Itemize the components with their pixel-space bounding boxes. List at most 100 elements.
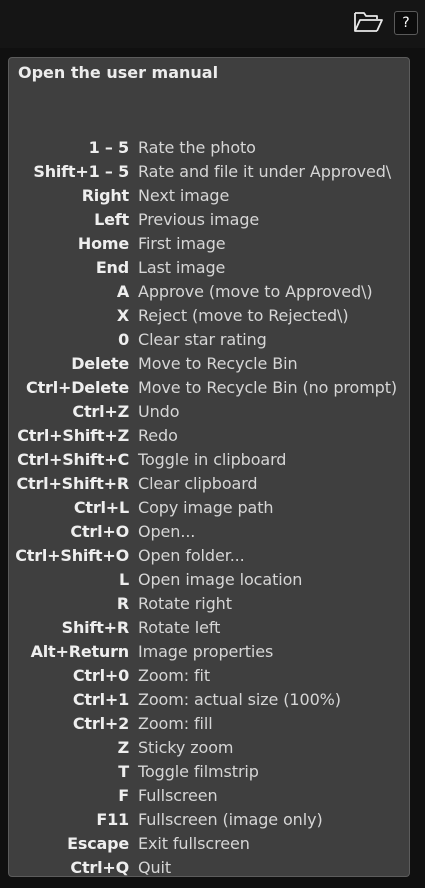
shortcut-key: Ctrl+Shift+Z (17, 425, 129, 445)
shortcut-description: Undo (138, 401, 180, 421)
shortcut-key: R (116, 593, 129, 613)
shortcut-description: Fullscreen (image only) (138, 809, 323, 829)
shortcut-row: Z Sticky zoom (9, 735, 409, 759)
shortcut-key: Ctrl+Shift+O (15, 545, 129, 565)
shortcut-row: A Approve (move to Approved\) (9, 279, 409, 303)
shortcut-row: Right Next image (9, 183, 409, 207)
shortcut-row: End Last image (9, 255, 409, 279)
help-button[interactable]: ? (394, 11, 418, 35)
shortcut-key: Escape (67, 833, 129, 853)
shortcut-key: T (118, 761, 129, 781)
shortcut-row: Ctrl+2 Zoom: fill (9, 711, 409, 735)
shortcut-row: Ctrl+Q Quit (9, 855, 409, 877)
shortcut-description: Zoom: actual size (100%) (138, 689, 341, 709)
panel-title: Open the user manual (18, 63, 219, 82)
shortcut-key: Ctrl+Q (70, 857, 129, 877)
shortcut-description: Zoom: fill (138, 713, 213, 733)
shortcut-description: Image properties (138, 641, 274, 661)
shortcut-row: Ctrl+Shift+R Clear clipboard (9, 471, 409, 495)
shortcut-description: Redo (138, 425, 178, 445)
shortcut-description: Move to Recycle Bin (138, 353, 298, 373)
shortcut-row: Shift+R Rotate left (9, 615, 409, 639)
shortcut-key: Home (77, 233, 129, 253)
shortcut-description: Open image location (138, 569, 303, 589)
shortcut-row: Ctrl+Z Undo (9, 399, 409, 423)
shortcut-key: 0 (118, 329, 129, 349)
shortcut-description: Open... (138, 521, 196, 541)
shortcut-row: Home First image (9, 231, 409, 255)
shortcut-key: F (118, 785, 129, 805)
shortcuts-tooltip-panel: Open the user manual 1 – 5 Rate the photo… (8, 57, 410, 877)
shortcut-description: Next image (138, 185, 230, 205)
top-toolbar: ? (0, 0, 425, 48)
shortcut-row: Escape Exit fullscreen (9, 831, 409, 855)
shortcut-description: Exit fullscreen (138, 833, 250, 853)
app-window: ? Open the user manual 1 – 5 Rate the pho… (0, 0, 425, 888)
shortcut-description: Last image (138, 257, 226, 277)
shortcut-description: Toggle in clipboard (138, 449, 287, 469)
shortcut-description: Previous image (138, 209, 260, 229)
shortcut-key: 1 – 5 (88, 137, 130, 157)
shortcut-description: Rotate right (138, 593, 232, 613)
shortcut-row: F11 Fullscreen (image only) (9, 807, 409, 831)
shortcut-row: F Fullscreen (9, 783, 409, 807)
shortcut-key: Z (117, 737, 130, 757)
shortcut-description: Sticky zoom (138, 737, 234, 757)
shortcut-row: Ctrl+0 Zoom: fit (9, 663, 409, 687)
shortcut-key: F11 (96, 809, 129, 829)
shortcut-description: Clear clipboard (138, 473, 258, 493)
shortcut-row: Left Previous image (9, 207, 409, 231)
shortcut-row: Ctrl+1 Zoom: actual size (100%) (9, 687, 409, 711)
shortcut-key: L (119, 569, 129, 589)
shortcut-description: Copy image path (138, 497, 274, 517)
shortcut-row: Ctrl+Shift+C Toggle in clipboard (9, 447, 409, 471)
folder-open-icon (353, 10, 383, 38)
shortcut-row: X Reject (move to Rejected\) (9, 303, 409, 327)
shortcut-description: Rate the photo (138, 137, 256, 157)
shortcut-description: Rotate left (138, 617, 221, 637)
shortcut-key: Alt+Return (30, 641, 130, 661)
shortcut-key: Ctrl+2 (72, 713, 129, 733)
shortcut-list: 1 – 5 Rate the photo Shift+1 – 5 Rate and f… (9, 135, 409, 877)
shortcut-description: Reject (move to Rejected\) (138, 305, 349, 325)
shortcut-row: Ctrl+O Open... (9, 519, 409, 543)
shortcut-description: Rate and file it under Approved\ (138, 161, 392, 181)
shortcut-key: Ctrl+0 (72, 665, 129, 685)
shortcut-description: Approve (move to Approved\) (138, 281, 373, 301)
shortcut-key: Ctrl+O (70, 521, 129, 541)
shortcut-row: Ctrl+Shift+O Open folder... (9, 543, 409, 567)
shortcut-row: R Rotate right (9, 591, 409, 615)
shortcut-description: Quit (138, 857, 172, 877)
shortcut-description: Open folder... (138, 545, 245, 565)
shortcut-key: Right (81, 185, 130, 205)
shortcut-row: Alt+Return Image properties (9, 639, 409, 663)
shortcut-key: Ctrl+Delete (26, 377, 129, 397)
shortcut-row: Delete Move to Recycle Bin (9, 351, 409, 375)
shortcut-description: Zoom: fit (138, 665, 211, 685)
shortcut-key: Ctrl+1 (72, 689, 129, 709)
shortcut-key: Ctrl+Z (72, 401, 129, 421)
shortcut-key: Ctrl+Shift+R (16, 473, 129, 493)
shortcut-key: Delete (71, 353, 129, 373)
shortcut-description: Clear star rating (138, 329, 267, 349)
shortcut-key: Left (94, 209, 129, 229)
shortcut-key: Shift+R (61, 617, 130, 637)
bottom-strip (0, 880, 425, 888)
shortcut-row: Ctrl+Shift+Z Redo (9, 423, 409, 447)
shortcut-key: Shift+1 – 5 (33, 161, 129, 181)
shortcut-row: Ctrl+Delete Move to Recycle Bin (no promp… (9, 375, 409, 399)
shortcut-key: Ctrl+Shift+C (17, 449, 129, 469)
shortcut-row: 0 Clear star rating (9, 327, 409, 351)
shortcut-description: Toggle filmstrip (138, 761, 259, 781)
shortcut-row: L Open image location (9, 567, 409, 591)
open-folder-button[interactable] (352, 10, 384, 38)
shortcut-key: Ctrl+L (73, 497, 129, 517)
shortcut-key: End (95, 257, 129, 277)
shortcut-description: First image (138, 233, 226, 253)
shortcut-key: A (116, 281, 129, 301)
shortcut-row: T Toggle filmstrip (9, 759, 409, 783)
shortcut-row: Shift+1 – 5 Rate and file it under Approv… (9, 159, 409, 183)
shortcut-key: X (116, 305, 129, 325)
shortcut-row: 1 – 5 Rate the photo (9, 135, 409, 159)
shortcut-description: Move to Recycle Bin (no prompt) (138, 377, 398, 397)
